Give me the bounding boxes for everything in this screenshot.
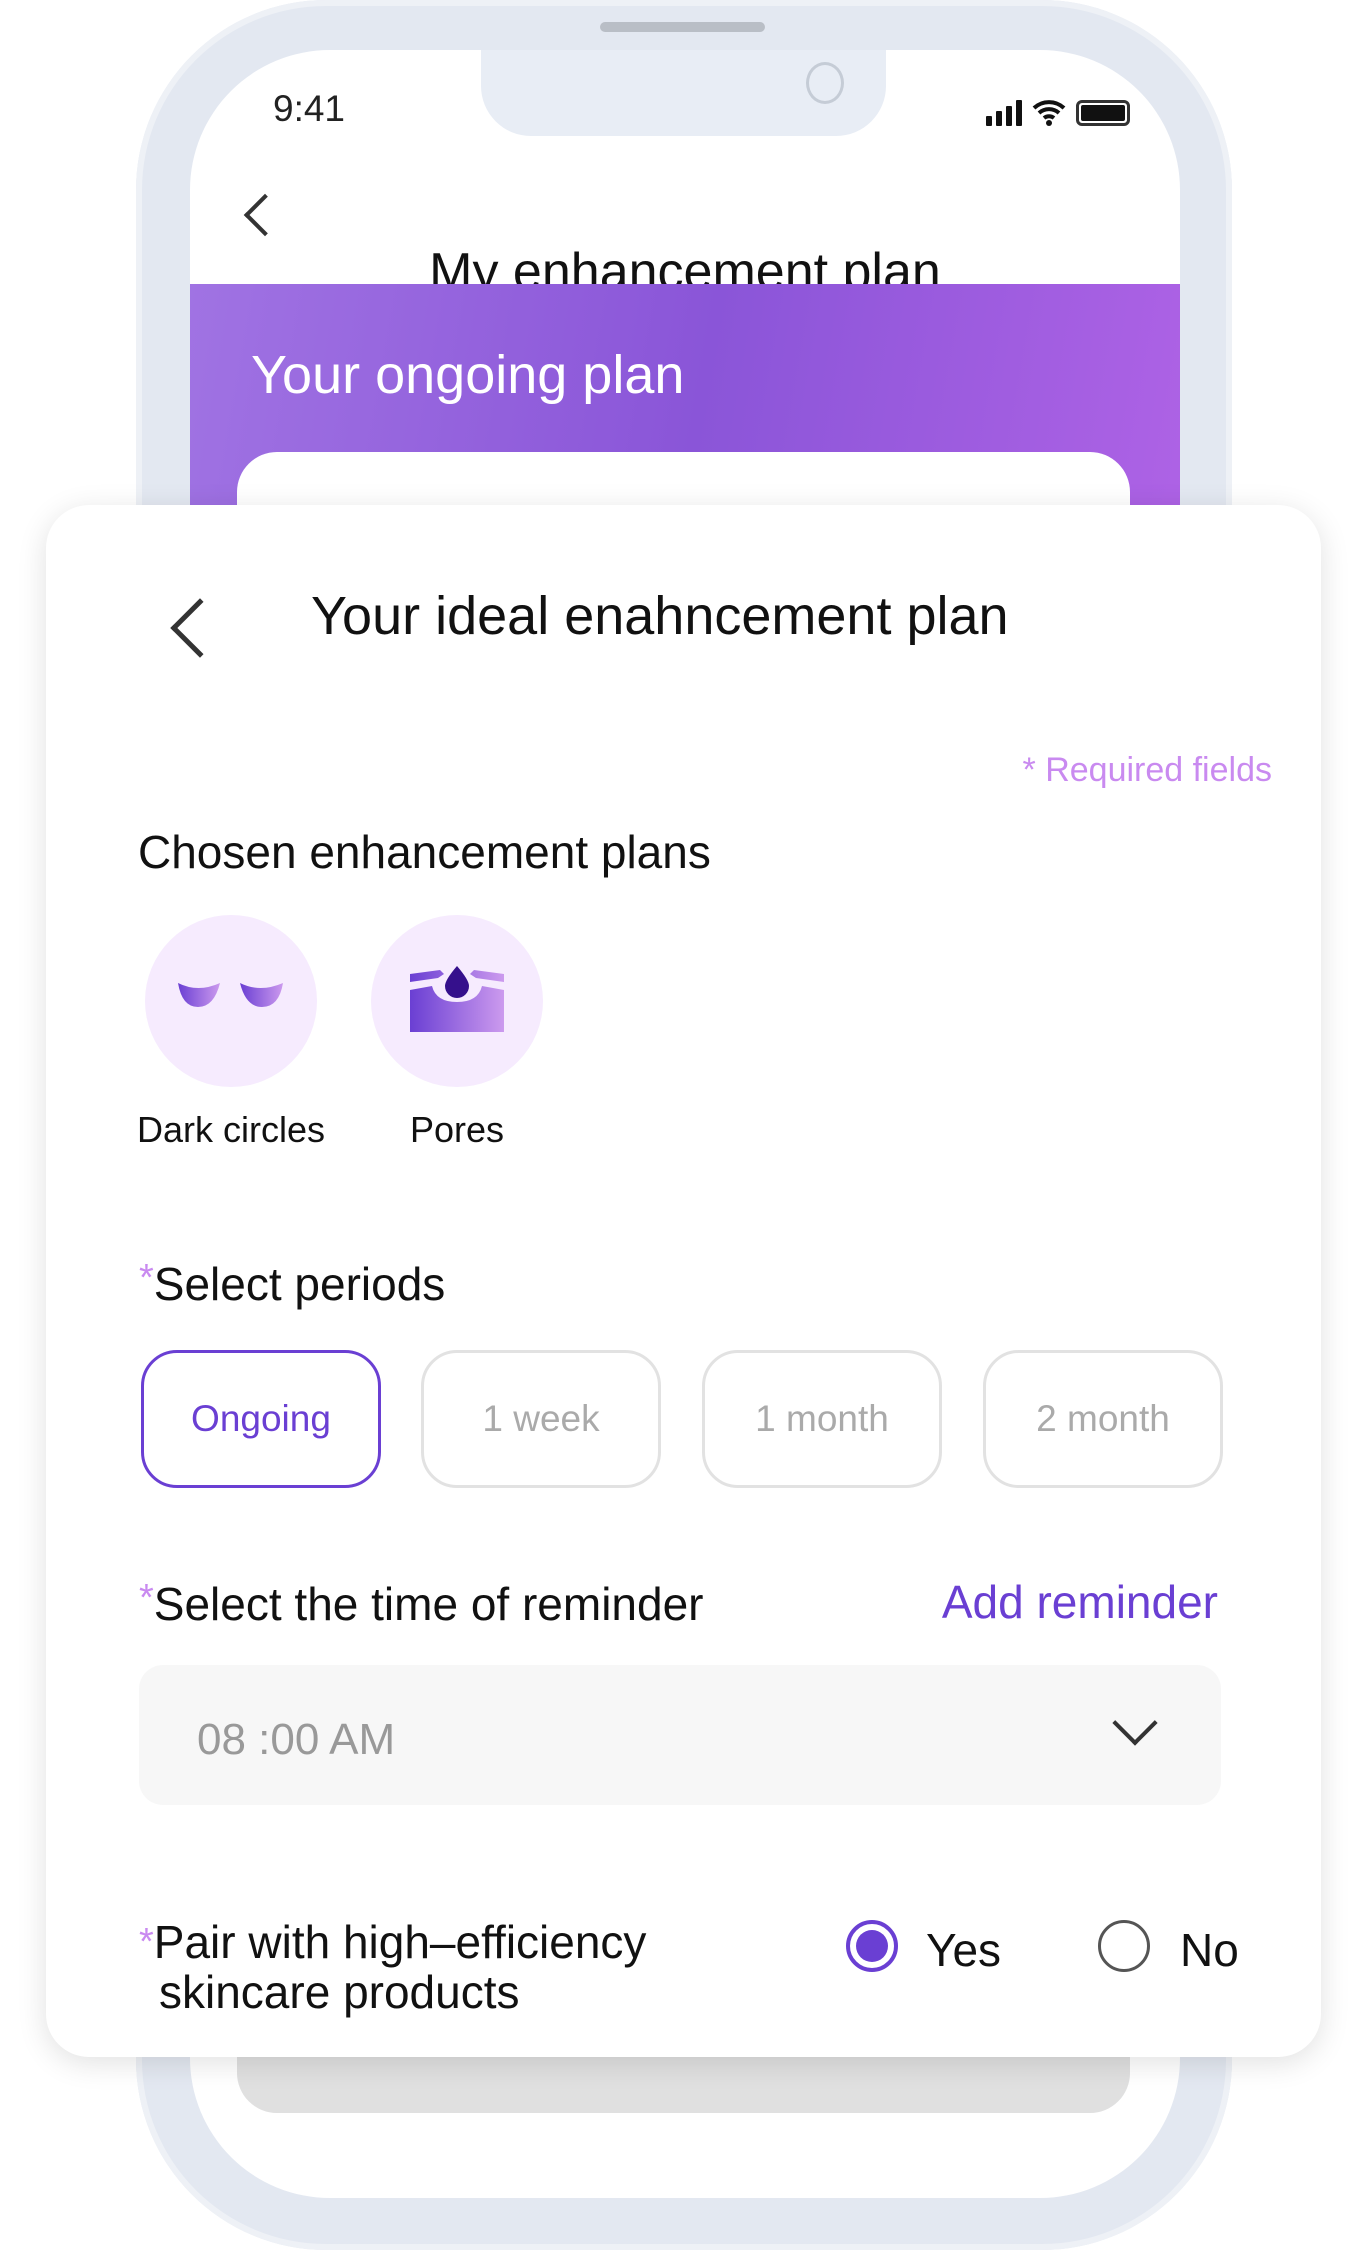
- plan-label: Pores: [409, 1109, 505, 1150]
- wifi-icon: [1032, 100, 1066, 126]
- periods-heading: *Select periods: [139, 1257, 446, 1310]
- period-2-month[interactable]: 2 month: [983, 1350, 1223, 1488]
- speaker: [600, 22, 765, 32]
- plan-dark-circles[interactable]: Dark circles: [136, 915, 326, 1151]
- closed-eyes-icon: [145, 915, 317, 1087]
- plan-label: Dark circles: [136, 1109, 325, 1150]
- camera: [806, 62, 844, 104]
- plan-pores[interactable]: Pores: [367, 915, 547, 1151]
- chevron-down-icon: [1112, 1700, 1158, 1746]
- radio-yes-label[interactable]: Yes: [926, 1923, 1001, 1977]
- add-reminder-link[interactable]: Add reminder: [942, 1575, 1218, 1629]
- chosen-heading: Chosen enhancement plans: [138, 826, 711, 878]
- status-time: 9:41: [273, 88, 346, 129]
- notch: [481, 50, 886, 136]
- radio-yes[interactable]: [846, 1920, 898, 1972]
- period-1-week[interactable]: 1 week: [421, 1350, 661, 1488]
- pore-drop-icon: [371, 915, 543, 1087]
- reminder-time-value: 08 :00 AM: [197, 1715, 396, 1764]
- period-ongoing[interactable]: Ongoing: [141, 1350, 381, 1488]
- battery-icon: [1076, 100, 1130, 126]
- back-icon[interactable]: [243, 193, 287, 237]
- radio-no[interactable]: [1098, 1920, 1150, 1972]
- period-1-month[interactable]: 1 month: [702, 1350, 942, 1488]
- back-icon[interactable]: [170, 598, 230, 658]
- plan-dialog: Your ideal enahncement plan * Required f…: [46, 505, 1321, 2057]
- radio-no-label[interactable]: No: [1180, 1923, 1239, 1977]
- reminder-time-select[interactable]: 08 :00 AM: [139, 1665, 1221, 1805]
- dialog-title: Your ideal enahncement plan: [311, 586, 1009, 646]
- required-note: * Required fields: [1022, 751, 1272, 789]
- pair-heading: *Pair with high–efficiency skincare produ…: [139, 1916, 647, 2018]
- banner-title: Your ongoing plan: [251, 345, 685, 405]
- status-icons: [986, 98, 1130, 126]
- reminder-heading: *Select the time of reminder: [139, 1577, 704, 1630]
- signal-icon: [986, 100, 1022, 126]
